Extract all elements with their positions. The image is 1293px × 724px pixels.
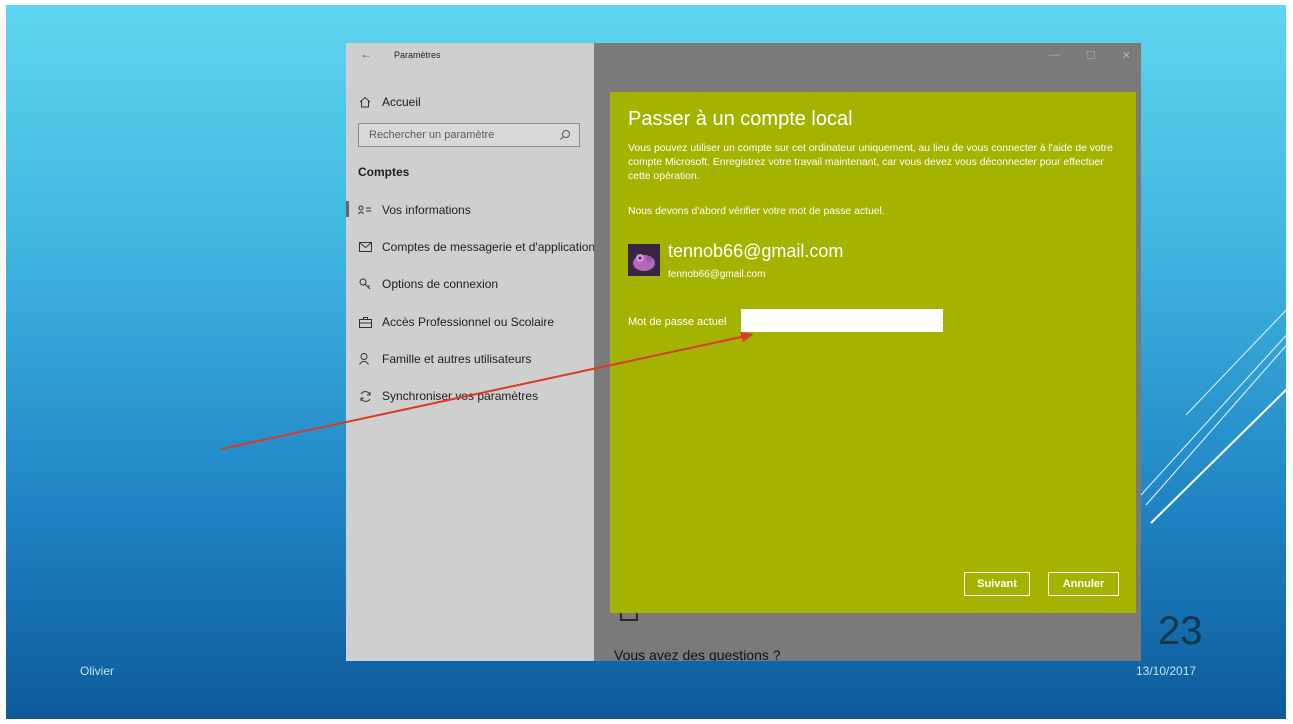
annotation-arrow [220,332,754,450]
slide: Olivier 13/10/2017 23 ← Paramètres Accue… [6,5,1286,719]
